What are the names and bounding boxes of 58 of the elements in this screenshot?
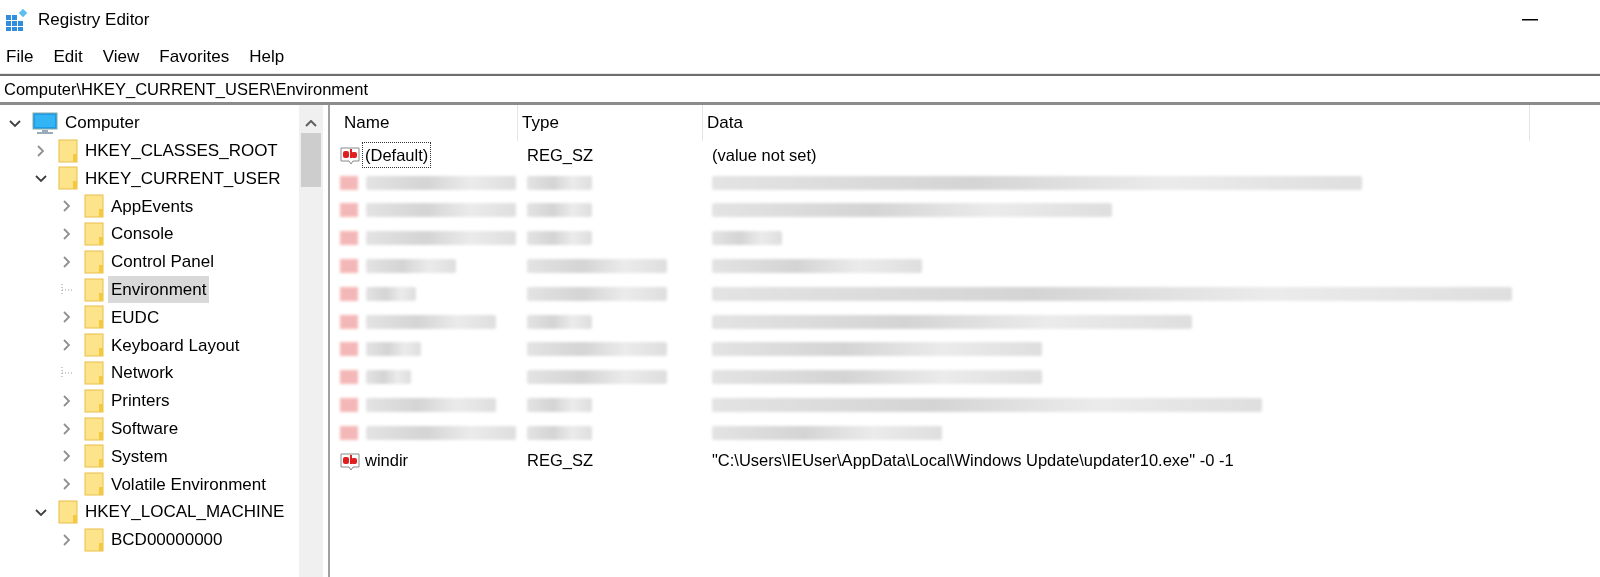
tree-item[interactable]: Environment [108,275,210,304]
computer-icon [32,111,58,134]
tree-item[interactable]: System [108,442,171,471]
folder-icon [58,138,78,163]
tree-item[interactable]: Printers [108,387,173,415]
tree-item[interactable]: Keyboard Layout [108,331,243,359]
folder-icon [58,500,78,525]
tree-item[interactable]: Network [108,359,177,387]
blurred-entry [527,398,592,413]
folder-icon [84,527,104,552]
tree-item[interactable]: HKEY_CURRENT_USER [82,164,284,193]
folder-icon [84,249,104,274]
blurred-entry [527,203,592,218]
value-data: "C:\Users\IEUser\AppData\Local\Windows Update\updater10.exe" -0 -1 [712,451,1234,470]
window-title: Registry Editor [38,9,150,32]
value-name[interactable]: (Default) [362,141,432,169]
minimize-icon [1522,19,1538,21]
tree-item[interactable]: Volatile Environment [108,470,269,498]
blurred-entry [527,314,592,329]
menu-item[interactable]: View [100,43,150,70]
menu-item[interactable]: File [4,43,44,70]
menu-item[interactable]: Favorites [157,43,240,70]
folder-icon [84,222,104,247]
folder-icon [84,416,104,441]
menu-item[interactable]: Edit [51,43,93,70]
folder-icon [84,472,104,497]
blurred-entry [527,231,592,246]
folder-icon [84,333,104,358]
string-value-icon [340,450,362,471]
blurred-entry [527,175,592,190]
tree-item[interactable]: Control Panel [108,248,217,276]
blurred-entry [527,425,592,440]
string-value-icon [340,144,362,165]
blurred-entry [712,231,782,246]
menu-item[interactable]: Help [247,43,295,70]
value-type: REG_SZ [527,451,594,470]
tree-item[interactable]: Software [108,414,182,443]
tree-item[interactable]: BCD00000000 [108,526,226,554]
tree-item[interactable]: HKEY_LOCAL_MACHINE [82,498,288,526]
tree-item[interactable]: AppEvents [108,192,197,221]
tree-item[interactable]: EUDC [108,303,163,332]
value-data: (value not set) [712,145,817,164]
tree-item[interactable]: Computer [62,109,143,137]
folder-icon [84,194,104,219]
caret-icon [305,119,317,127]
value-name[interactable]: windir [362,447,412,475]
app-icon [6,9,28,31]
folder-icon [84,388,104,413]
folder-icon [84,444,104,469]
value-type: REG_SZ [527,145,594,164]
folder-icon [58,166,78,191]
scrollbar-thumb[interactable] [301,133,321,187]
tree-item[interactable]: Console [108,220,177,248]
scrollbar[interactable] [299,105,323,577]
folder-icon [84,305,104,330]
folder-icon [84,277,104,302]
folder-icon [84,361,104,386]
tree-item[interactable]: HKEY_CLASSES_ROOT [82,136,281,165]
